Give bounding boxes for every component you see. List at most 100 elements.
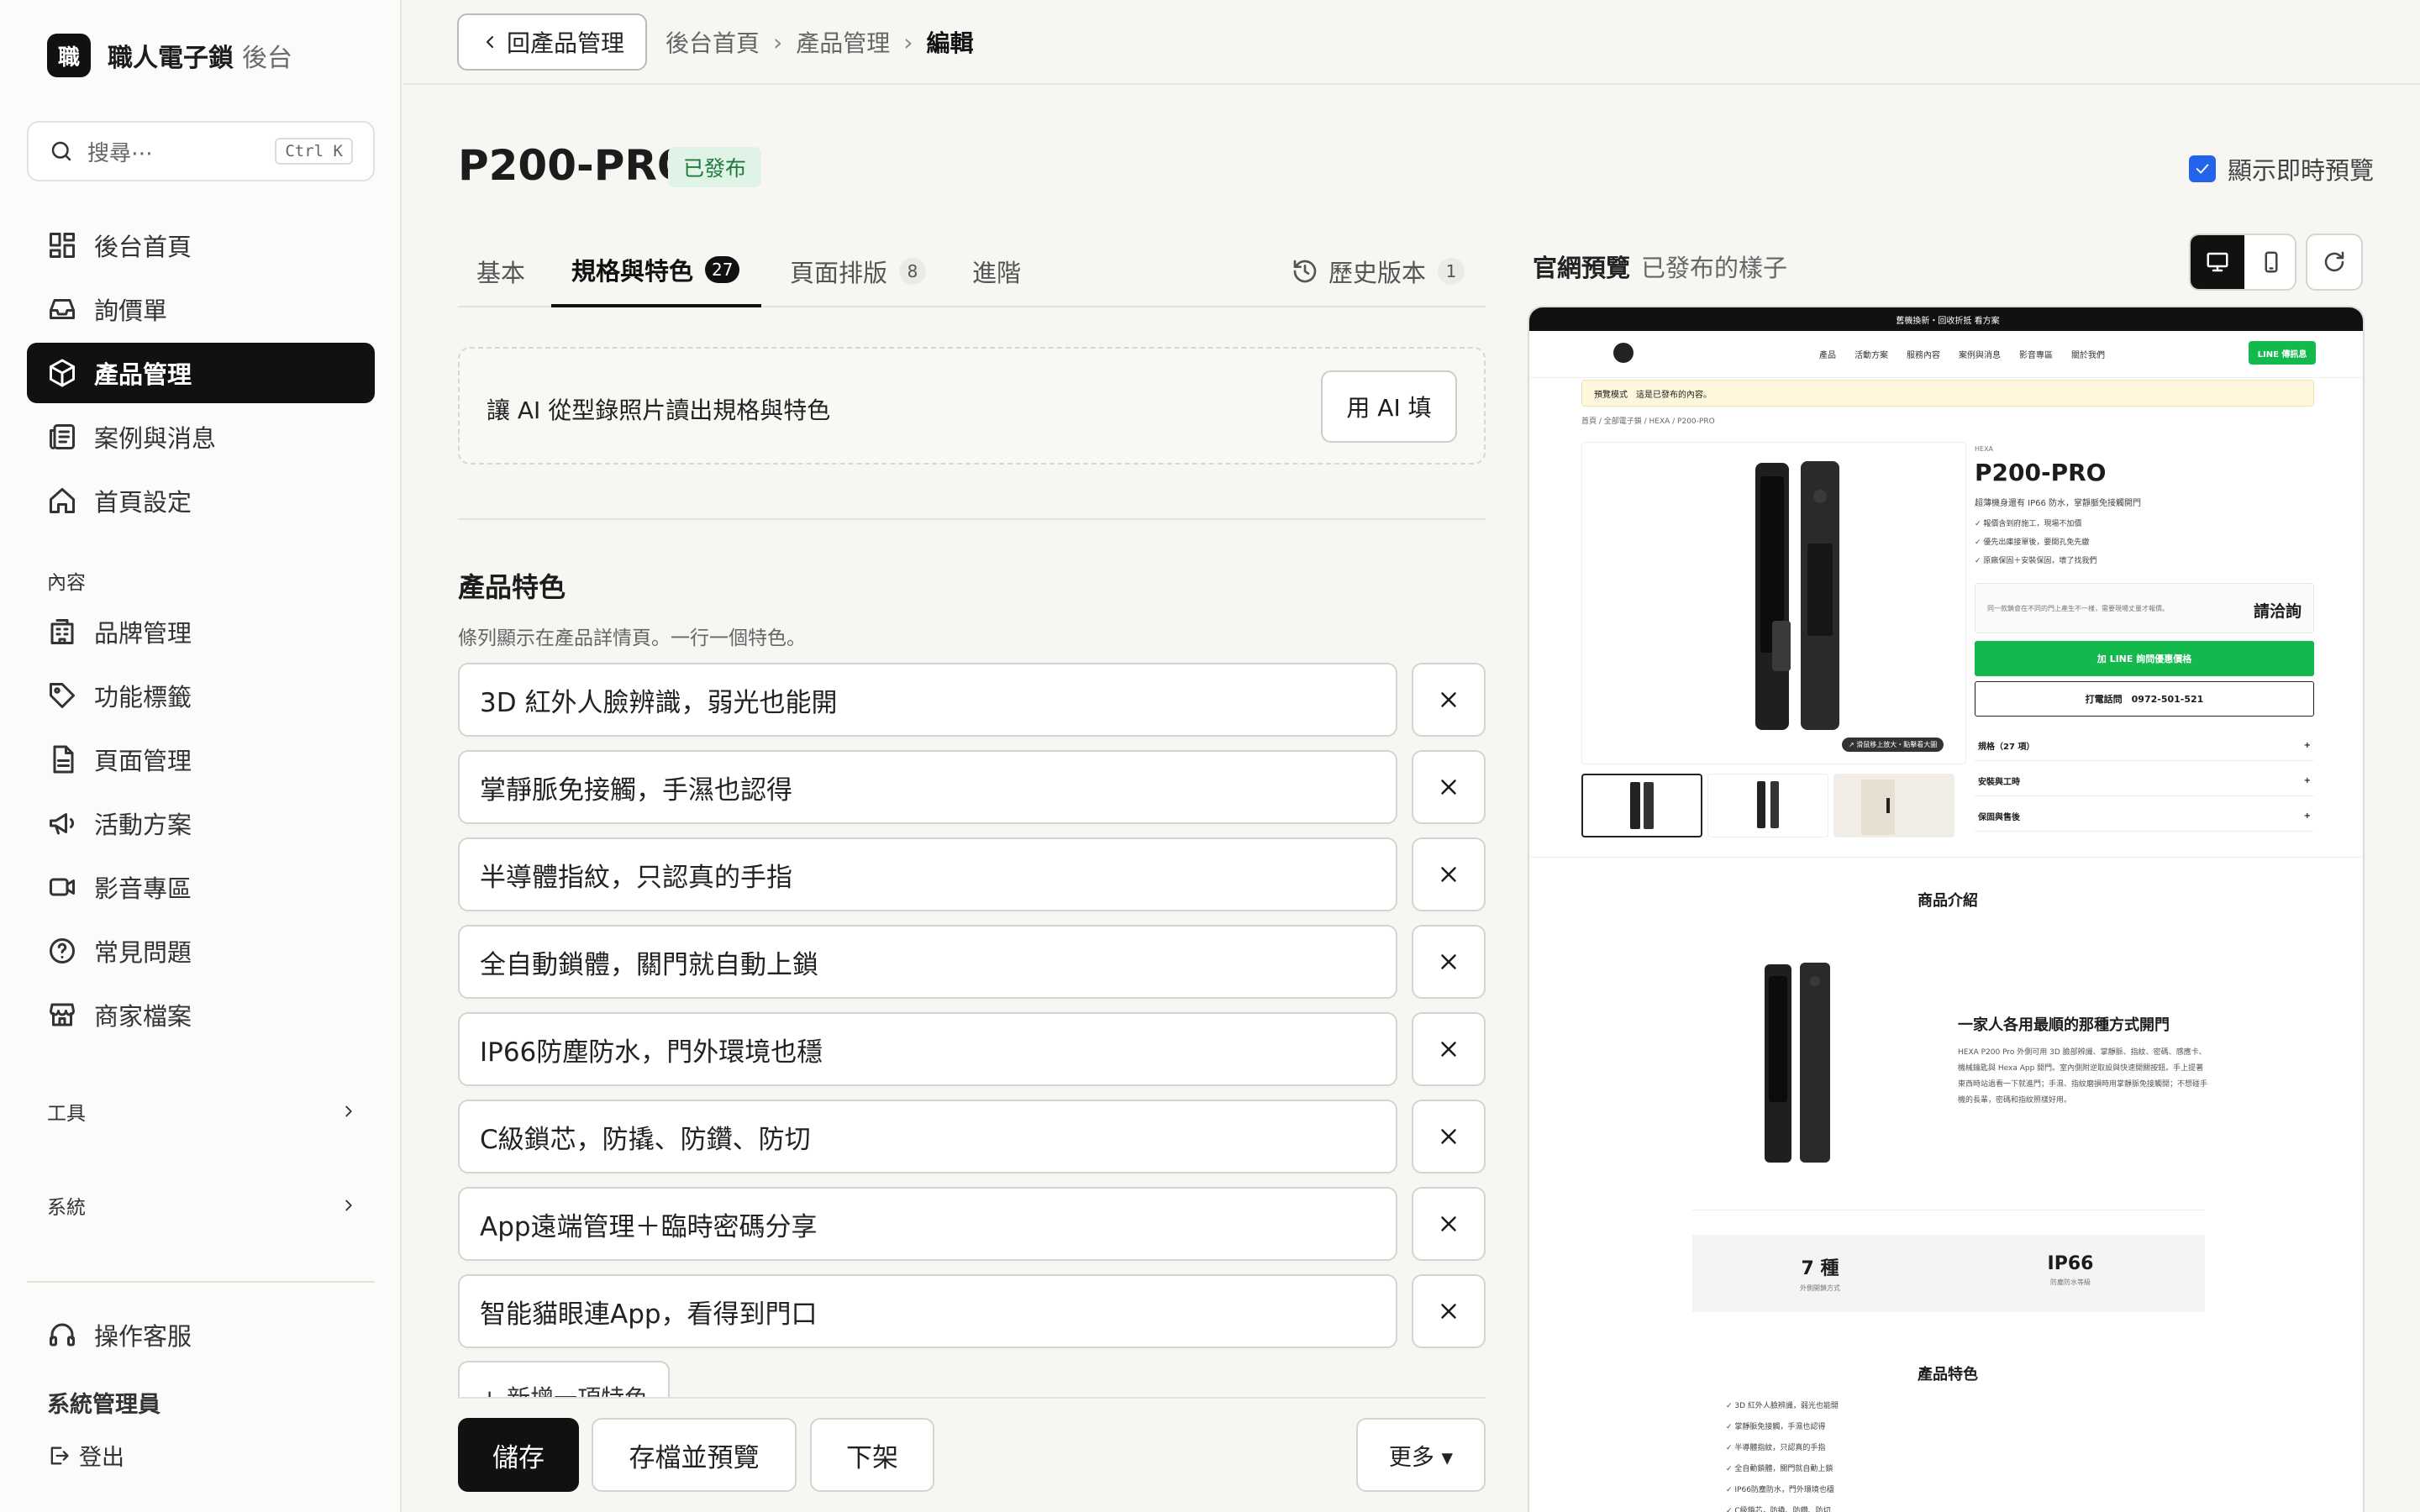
preview-nav-link: 活動方案 [1854,351,1888,360]
plus-icon: + [2303,776,2311,785]
sidebar-group-system[interactable]: 系統 [47,1191,358,1220]
feature-input[interactable]: App遠端管理＋臨時密碼分享 [458,1187,1397,1261]
remove-feature-button[interactable] [1412,837,1486,911]
preview-nav-link: 關於我們 [2071,351,2105,360]
feature-row: App遠端管理＋臨時密碼分享 [458,1187,1486,1261]
more-button[interactable]: 更多 ▾ [1356,1418,1486,1492]
brand-name: 職人電子鎖 [108,44,234,73]
desktop-view-button[interactable] [2191,235,2244,289]
remove-feature-button[interactable] [1412,1012,1486,1086]
remove-feature-button[interactable] [1412,925,1486,999]
sidebar-item-news[interactable]: 案例與消息 [27,407,375,467]
ai-fill-button[interactable]: 用 AI 填 [1321,370,1457,443]
tab-specs[interactable]: 規格與特色 27 [551,235,761,307]
sidebar-item-videos[interactable]: 影音專區 [27,857,375,917]
feature-input[interactable]: 半導體指紋，只認真的手指 [458,837,1397,911]
sidebar-item-dashboard[interactable]: 後台首頁 [27,215,375,276]
refresh-preview-button[interactable] [2306,234,2363,291]
close-icon [1441,1129,1456,1144]
stat-label: 外側開鎖方式 [1800,1284,1840,1292]
add-feature-button[interactable]: + 新增一項特色 [458,1361,670,1397]
logout-label: 登出 [79,1445,124,1471]
sidebar-item-label: 首頁設定 [94,488,192,517]
feature-input[interactable]: 智能貓眼連App，看得到門口 [458,1274,1397,1348]
breadcrumb-current: 編輯 [926,29,974,57]
preview-intro-heading: 商品介紹 [1918,892,1978,910]
ai-fill-prompt: 讓 AI 從型錄照片讀出規格與特色 [487,396,831,424]
help-circle-icon [50,938,75,963]
divider [458,518,1486,520]
accordion-label: 規格（27 項） [1978,743,2035,752]
mobile-view-button[interactable] [2244,235,2295,289]
sidebar-item-label: 商家檔案 [94,1002,192,1031]
back-button[interactable]: 回產品管理 [457,13,647,71]
preview-nav-link: 影音專區 [2019,351,2053,360]
store-icon [50,1003,75,1026]
close-icon [1441,1216,1456,1231]
sidebar-item-label: 產品管理 [94,360,192,389]
plus-icon: + [2303,811,2311,821]
sidebar-item-inquiries[interactable]: 詢價單 [27,279,375,339]
close-icon [1441,1304,1456,1319]
sidebar-item-faq[interactable]: 常見問題 [27,921,375,981]
feature-input[interactable]: 全自動鎖體，關門就自動上鎖 [458,925,1397,999]
save-preview-button[interactable]: 存檔並預覽 [592,1418,797,1492]
sidebar-item-label: 品牌管理 [94,619,192,648]
tab-basic[interactable]: 基本 [476,235,525,307]
feature-input[interactable]: IP66防塵防水，門外環境也穩 [458,1012,1397,1086]
logout-link[interactable]: 登出 [47,1439,124,1472]
sidebar-item-label: 操作客服 [94,1322,192,1351]
breadcrumb-separator: › [773,28,783,56]
unpublish-button[interactable]: 下架 [810,1418,934,1492]
tab-advanced[interactable]: 進階 [972,235,1021,307]
ai-fill-panel: 讓 AI 從型錄照片讀出規格與特色 用 AI 填 [458,347,1486,465]
sidebar-item-campaigns[interactable]: 活動方案 [27,793,375,853]
preview-nav-link: 案例與消息 [1959,351,2001,360]
sidebar-item-pages[interactable]: 頁面管理 [27,729,375,790]
sidebar-group-tools[interactable]: 工具 [47,1097,358,1126]
save-button[interactable]: 儲存 [458,1418,579,1492]
sidebar-item-label: 常見問題 [94,938,192,967]
intro-lock-image [1765,963,1830,1163]
sidebar-item-products[interactable]: 產品管理 [27,343,375,403]
home-icon [50,488,75,513]
sidebar-item-stores[interactable]: 商家檔案 [27,984,375,1045]
preview-mode-banner: 預覽模式 這是已發布的內容。 [1581,380,2314,407]
search-input[interactable]: 搜尋⋯ Ctrl K [27,121,375,181]
breadcrumb-item[interactable]: 後台首頁 [666,25,760,59]
remove-feature-button[interactable] [1412,663,1486,737]
sidebar-item-brands[interactable]: 品牌管理 [27,601,375,662]
status-badge: 已發布 [668,147,762,187]
newspaper-icon [50,424,75,449]
feature-input[interactable]: 掌靜脈免接觸，手濕也認得 [458,750,1397,824]
preview-feature-item: ✓ 全自動鎖體，關門就自動上鎖 [1726,1465,1833,1473]
tab-layout[interactable]: 頁面排版 8 [790,235,927,307]
thumbnail-lock-image [1630,782,1654,829]
group-label: 系統 [47,1197,86,1219]
preview-accordion: 規格（27 項） + [1975,731,2314,761]
preview-feature-item: ✓ 半導體指紋，只認真的手指 [1726,1444,1826,1452]
remove-feature-button[interactable] [1412,750,1486,824]
sidebar-item-support[interactable]: 操作客服 [27,1305,375,1365]
brand[interactable]: 職 職人電子鎖 後台 [47,34,292,77]
remove-feature-button[interactable] [1412,1100,1486,1173]
thumbnail-lock-image [1757,781,1779,828]
feature-input[interactable]: 3D 紅外人臉辨識，弱光也能開 [458,663,1397,737]
preview-nav-links: 產品 活動方案 服務內容 案例與消息 影音專區 關於我們 [1819,348,2123,360]
sidebar-item-home-settings[interactable]: 首頁設定 [27,470,375,531]
history-button[interactable]: 歷史版本 1 [1292,235,1465,307]
preview-product-desc: 超薄機身還有 IP66 防水，掌靜脈免接觸開門 [1975,499,2142,508]
feature-input[interactable]: C級鎖芯，防撬、防鑽、防切 [458,1100,1397,1173]
feature-row: IP66防塵防水，門外環境也穩 [458,1012,1486,1086]
preview-feature-list: ✓ 3D 紅外人臉辨識，弱光也能開 ✓ 掌靜脈免接觸，手濕也認得 ✓ 半導體指紋… [1726,1396,1839,1512]
live-preview-checkbox[interactable]: 顯示即時預覽 [2189,151,2374,186]
remove-feature-button[interactable] [1412,1274,1486,1348]
package-icon [50,359,75,387]
remove-feature-button[interactable] [1412,1187,1486,1261]
checkbox-checked[interactable] [2189,155,2216,182]
sidebar-item-tags[interactable]: 功能標籤 [27,665,375,726]
chevron-right-icon [345,1105,352,1117]
site-preview-frame[interactable]: 舊機換新・回收折抵 看方案 產品 活動方案 服務內容 案例與消息 影音專區 關於… [1528,306,2365,1512]
breadcrumb-item[interactable]: 產品管理 [796,25,890,59]
preview-stat: 7 種 外側開鎖方式 [1736,1253,1904,1293]
